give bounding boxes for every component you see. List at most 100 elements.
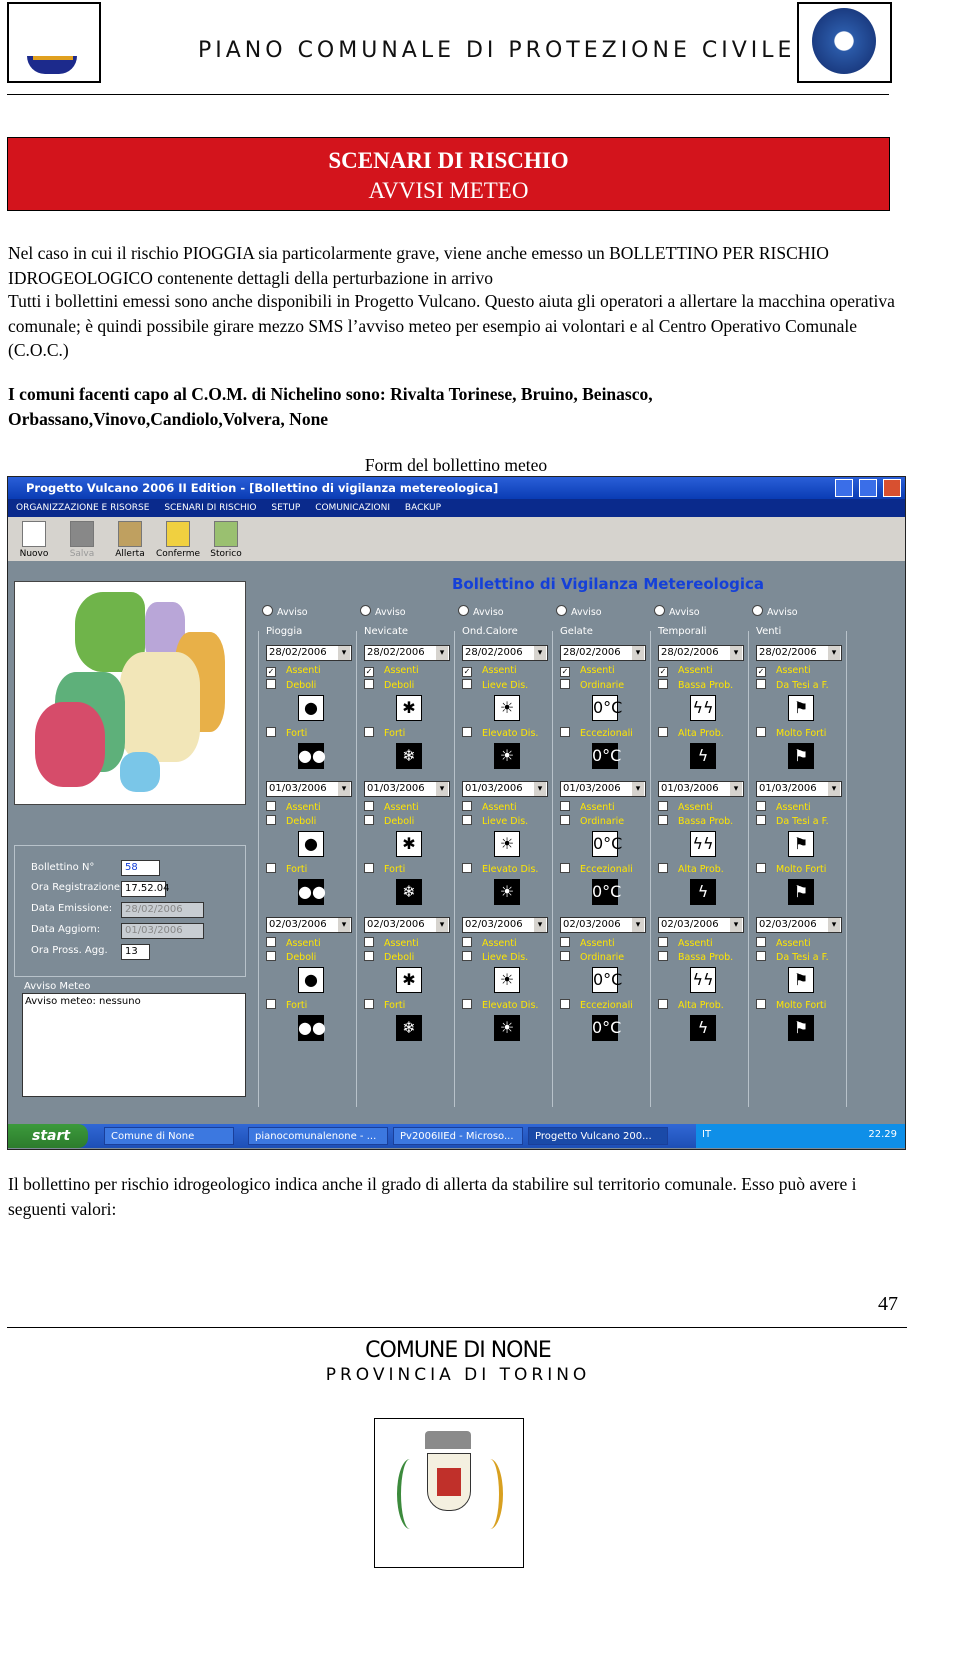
task-pianocomunale[interactable]: pianocomunalenone - ... xyxy=(248,1127,388,1145)
task-comune[interactable]: Comune di None xyxy=(104,1127,234,1145)
low-level-checkbox[interactable]: Deboli xyxy=(266,951,354,963)
avviso-radio[interactable]: Avviso xyxy=(458,605,550,618)
date-select[interactable]: 02/03/2006 xyxy=(658,917,744,933)
avviso-radio[interactable]: Avviso xyxy=(556,605,648,618)
task-pv2006[interactable]: Pv2006IIEd - Microso... xyxy=(393,1127,523,1145)
assenti-checkbox[interactable]: Assenti xyxy=(462,937,550,949)
date-select[interactable]: 01/03/2006 xyxy=(266,781,352,797)
maximize-icon[interactable] xyxy=(858,479,877,497)
menu-scenari[interactable]: SCENARI DI RISCHIO xyxy=(164,503,256,513)
low-level-checkbox[interactable]: Lieve Dis. xyxy=(462,679,550,691)
low-level-checkbox[interactable]: Ordinarie xyxy=(560,951,648,963)
assenti-checkbox[interactable]: Assenti xyxy=(266,801,354,813)
high-level-checkbox[interactable]: Forti xyxy=(266,727,354,739)
bollettino-field[interactable]: 58 xyxy=(121,860,160,876)
assenti-checkbox[interactable]: Assenti xyxy=(658,801,746,813)
low-level-checkbox[interactable]: Bassa Prob. xyxy=(658,951,746,963)
assenti-checkbox[interactable]: ✓ Assenti xyxy=(364,665,452,677)
low-level-checkbox[interactable]: Deboli xyxy=(364,951,452,963)
avviso-radio[interactable]: Avviso xyxy=(262,605,354,618)
menu-comunicazioni[interactable]: COMUNICAZIONI xyxy=(315,503,390,513)
date-select[interactable]: 02/03/2006 xyxy=(462,917,548,933)
high-level-checkbox[interactable]: Forti xyxy=(364,863,452,875)
allerta-button[interactable]: Allerta xyxy=(108,519,152,559)
date-select[interactable]: 01/03/2006 xyxy=(364,781,450,797)
low-level-checkbox[interactable]: Bassa Prob. xyxy=(658,679,746,691)
avviso-radio[interactable]: Avviso xyxy=(360,605,452,618)
assenti-checkbox[interactable]: Assenti xyxy=(756,801,844,813)
low-level-checkbox[interactable]: Ordinarie xyxy=(560,679,648,691)
assenti-checkbox[interactable]: ✓ Assenti xyxy=(560,665,648,677)
date-select[interactable]: 02/03/2006 xyxy=(756,917,842,933)
low-level-checkbox[interactable]: Lieve Dis. xyxy=(462,815,550,827)
data-emissione-field[interactable]: 28/02/2006 xyxy=(121,902,204,918)
high-level-checkbox[interactable]: Forti xyxy=(266,863,354,875)
date-select[interactable]: 01/03/2006 xyxy=(462,781,548,797)
high-level-checkbox[interactable]: Molto Forti xyxy=(756,863,844,875)
task-progetto-vulcano[interactable]: Progetto Vulcano 200... xyxy=(528,1127,668,1145)
avviso-radio[interactable]: Avviso xyxy=(752,605,844,618)
avviso-radio[interactable]: Avviso xyxy=(654,605,746,618)
low-level-checkbox[interactable]: Da Tesi a F. xyxy=(756,679,844,691)
low-level-checkbox[interactable]: Deboli xyxy=(266,815,354,827)
high-level-checkbox[interactable]: Molto Forti xyxy=(756,999,844,1011)
low-level-checkbox[interactable]: Bassa Prob. xyxy=(658,815,746,827)
date-select[interactable]: 01/03/2006 xyxy=(756,781,842,797)
low-level-checkbox[interactable]: Lieve Dis. xyxy=(462,951,550,963)
high-level-checkbox[interactable]: Forti xyxy=(266,999,354,1011)
assenti-checkbox[interactable]: Assenti xyxy=(560,937,648,949)
storico-button[interactable]: Storico xyxy=(204,519,248,559)
low-level-checkbox[interactable]: Ordinarie xyxy=(560,815,648,827)
assenti-checkbox[interactable]: Assenti xyxy=(756,937,844,949)
date-select[interactable]: 28/02/2006 xyxy=(658,645,744,661)
minimize-icon[interactable] xyxy=(834,479,853,497)
date-select[interactable]: 28/02/2006 xyxy=(364,645,450,661)
assenti-checkbox[interactable]: Assenti xyxy=(560,801,648,813)
assenti-checkbox[interactable]: Assenti xyxy=(364,937,452,949)
low-level-checkbox[interactable]: Deboli xyxy=(364,679,452,691)
high-level-checkbox[interactable]: Alta Prob. xyxy=(658,999,746,1011)
assenti-checkbox[interactable]: Assenti xyxy=(364,801,452,813)
conferme-button[interactable]: Conferme xyxy=(156,519,200,559)
date-select[interactable]: 02/03/2006 xyxy=(266,917,352,933)
avviso-meteo-textarea[interactable]: Avviso meteo: nessuno xyxy=(22,993,246,1097)
assenti-checkbox[interactable]: ✓ Assenti xyxy=(756,665,844,677)
date-select[interactable]: 01/03/2006 xyxy=(560,781,646,797)
menu-organizzazione[interactable]: ORGANIZZAZIONE E RISORSE xyxy=(16,503,149,513)
menu-setup[interactable]: SETUP xyxy=(271,503,300,513)
high-level-checkbox[interactable]: Alta Prob. xyxy=(658,727,746,739)
date-select[interactable]: 28/02/2006 xyxy=(266,645,352,661)
nuovo-button[interactable]: Nuovo xyxy=(12,519,56,559)
low-level-checkbox[interactable]: Da Tesi a F. xyxy=(756,815,844,827)
high-level-checkbox[interactable]: Elevato Dis. xyxy=(462,863,550,875)
data-aggiorn-field[interactable]: 01/03/2006 xyxy=(121,923,204,939)
assenti-checkbox[interactable]: ✓ Assenti xyxy=(266,665,354,677)
low-level-checkbox[interactable]: Deboli xyxy=(364,815,452,827)
language-indicator[interactable]: IT xyxy=(702,1129,711,1140)
assenti-checkbox[interactable]: Assenti xyxy=(658,937,746,949)
high-level-checkbox[interactable]: Forti xyxy=(364,999,452,1011)
assenti-checkbox[interactable]: ✓ Assenti xyxy=(462,665,550,677)
date-select[interactable]: 28/02/2006 xyxy=(462,645,548,661)
close-icon[interactable] xyxy=(883,479,901,497)
high-level-checkbox[interactable]: Alta Prob. xyxy=(658,863,746,875)
high-level-checkbox[interactable]: Elevato Dis. xyxy=(462,999,550,1011)
ora-registrazione-field[interactable]: 17.52.04 xyxy=(121,881,170,897)
high-level-checkbox[interactable]: Molto Forti xyxy=(756,727,844,739)
start-button[interactable]: start xyxy=(8,1124,88,1148)
assenti-checkbox[interactable]: Assenti xyxy=(462,801,550,813)
high-level-checkbox[interactable]: Eccezionali xyxy=(560,999,648,1011)
date-select[interactable]: 28/02/2006 xyxy=(756,645,842,661)
high-level-checkbox[interactable]: Forti xyxy=(364,727,452,739)
assenti-checkbox[interactable]: Assenti xyxy=(266,937,354,949)
date-select[interactable]: 02/03/2006 xyxy=(364,917,450,933)
high-level-checkbox[interactable]: Eccezionali xyxy=(560,863,648,875)
salva-button[interactable]: Salva xyxy=(60,519,104,559)
assenti-checkbox[interactable]: ✓ Assenti xyxy=(658,665,746,677)
high-level-checkbox[interactable]: Eccezionali xyxy=(560,727,648,739)
date-select[interactable]: 02/03/2006 xyxy=(560,917,646,933)
menu-backup[interactable]: BACKUP xyxy=(405,503,441,513)
low-level-checkbox[interactable]: Da Tesi a F. xyxy=(756,951,844,963)
high-level-checkbox[interactable]: Elevato Dis. xyxy=(462,727,550,739)
date-select[interactable]: 01/03/2006 xyxy=(658,781,744,797)
